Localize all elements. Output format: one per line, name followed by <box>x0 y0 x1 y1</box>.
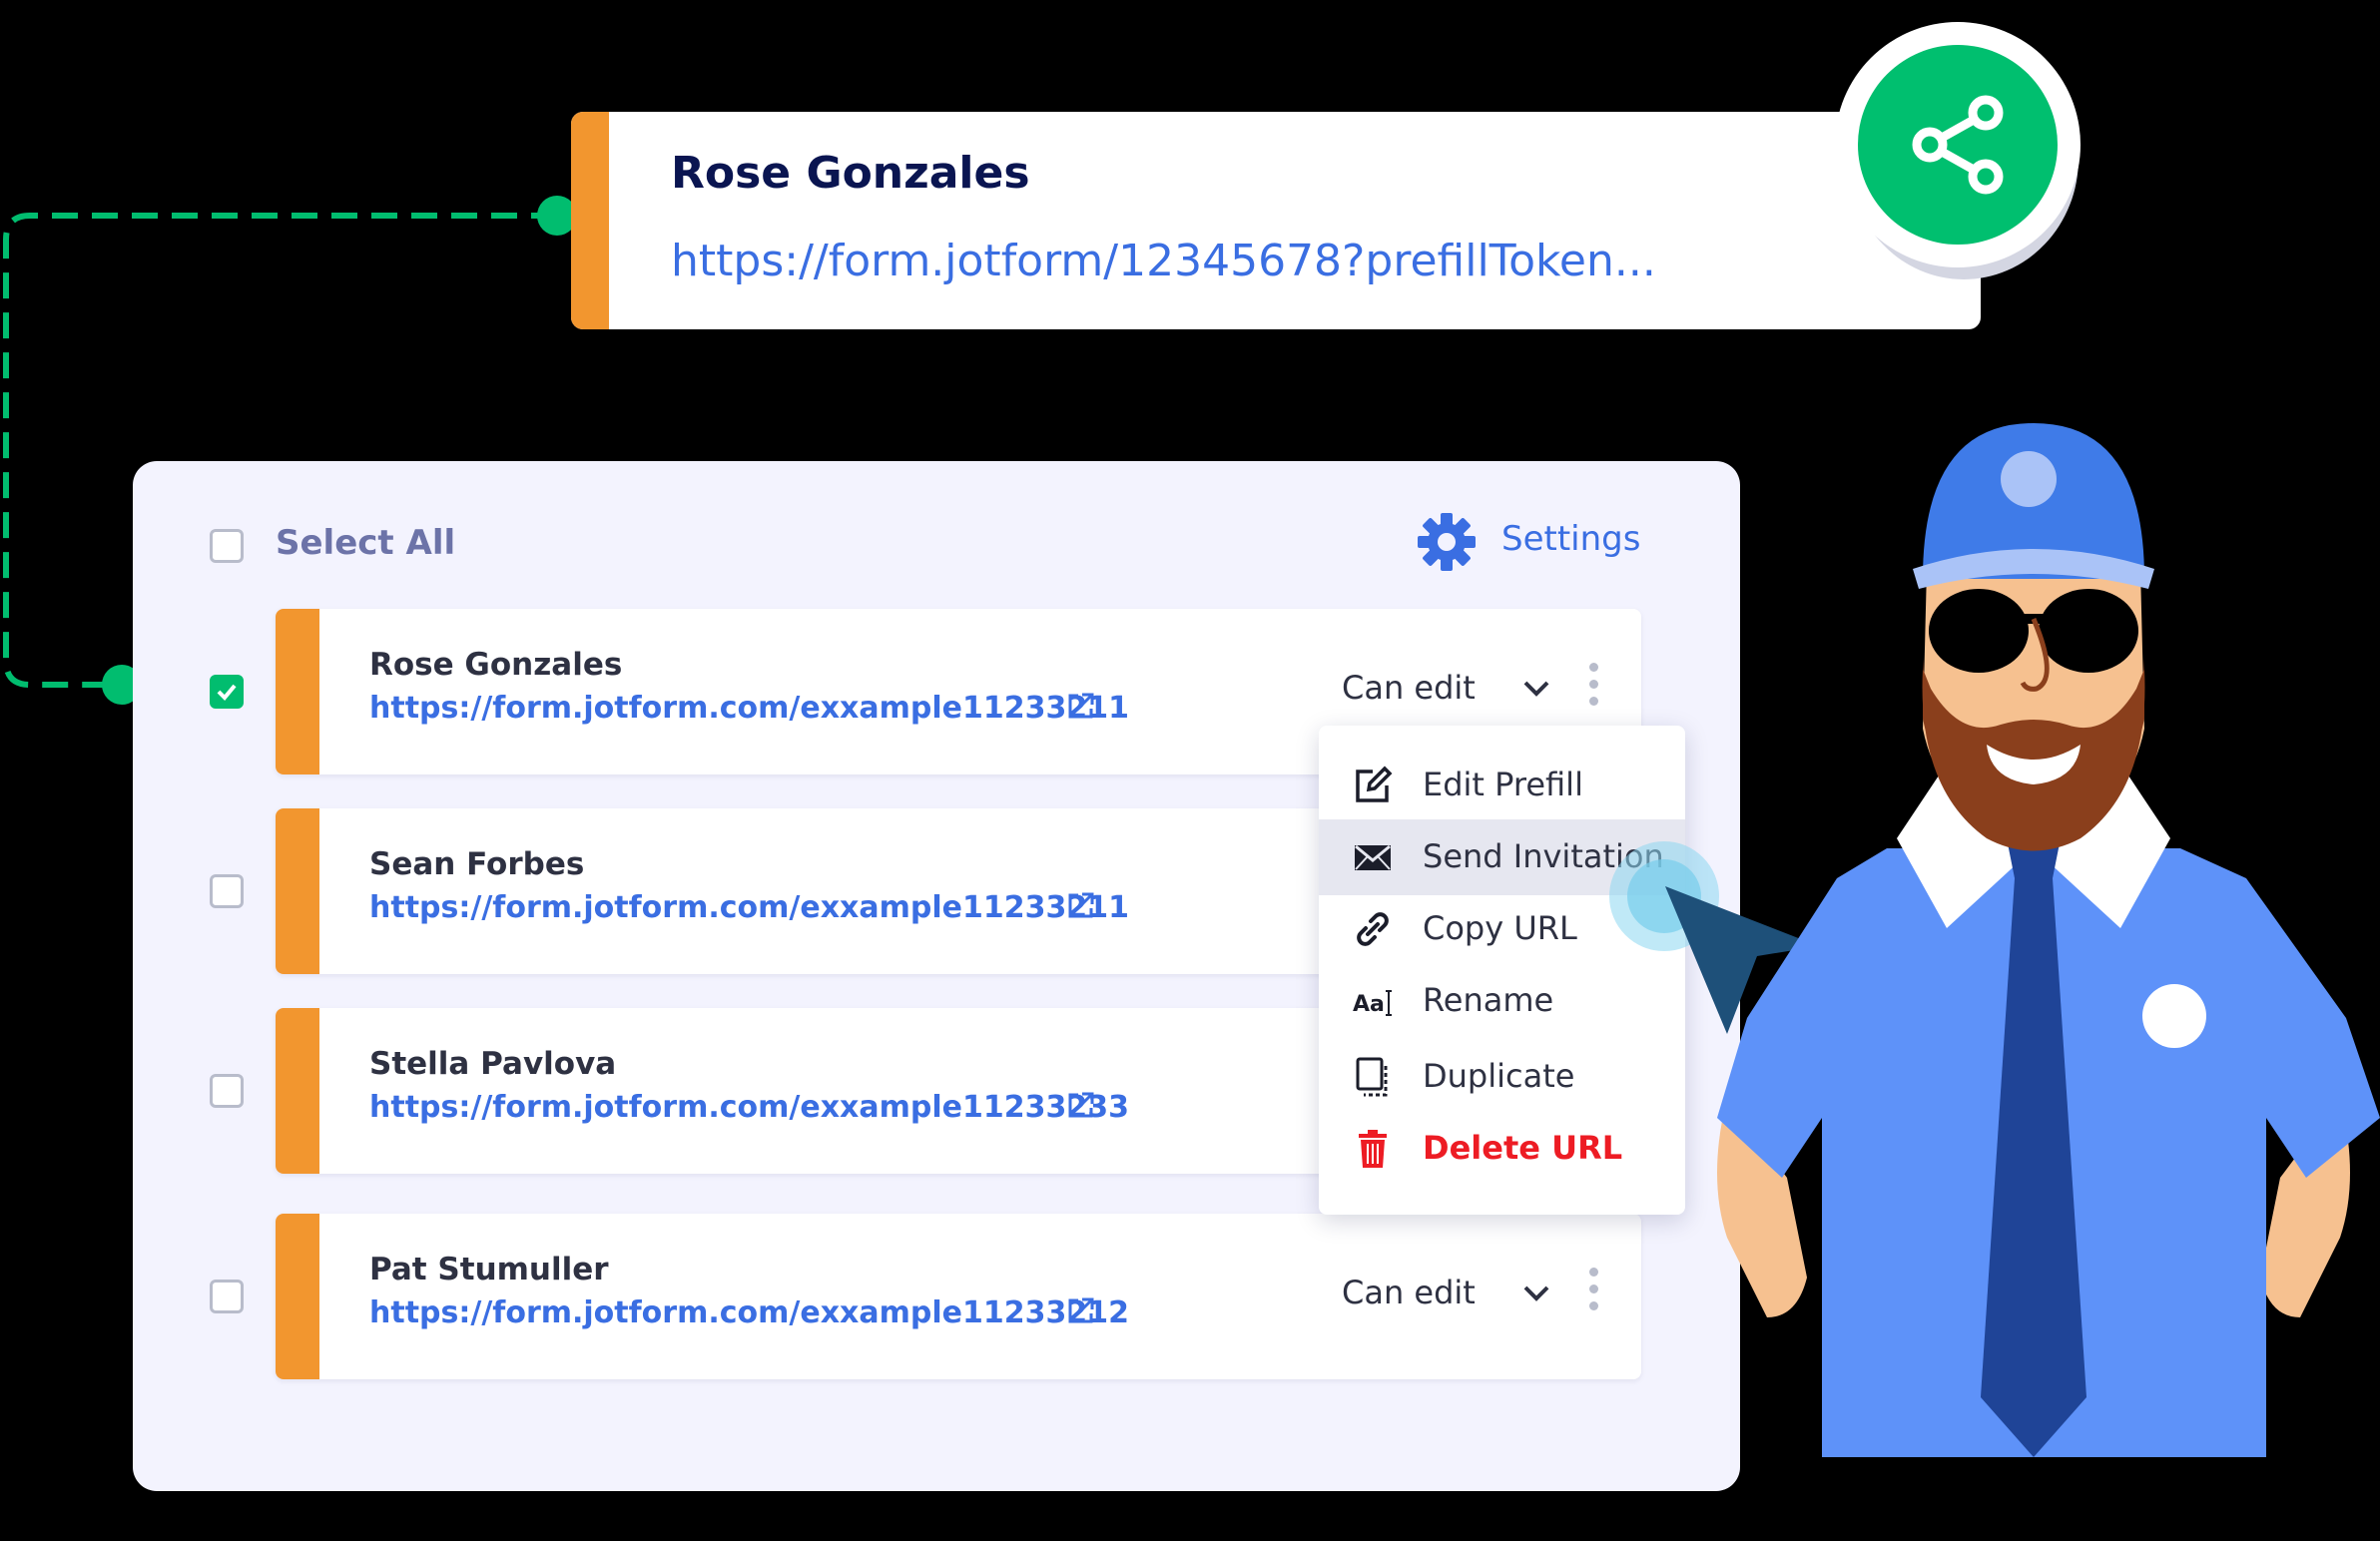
external-link-icon[interactable] <box>1066 1090 1096 1120</box>
row-url[interactable]: https://form.jotform.com/exxample1123321… <box>369 890 1129 925</box>
menu-item-label: Edit Prefill <box>1423 766 1583 803</box>
edit-icon <box>1356 766 1393 802</box>
trash-icon <box>1359 1130 1387 1168</box>
external-link-icon[interactable] <box>1066 691 1096 721</box>
menu-item-edit-prefill[interactable]: Edit Prefill <box>1319 748 1685 823</box>
menu-item-rename[interactable]: Aa Rename <box>1319 963 1685 1039</box>
row-url[interactable]: https://form.jotform.com/exxample1123321… <box>369 691 1129 726</box>
row-name: Pat Stumuller <box>369 1252 609 1287</box>
svg-text:Aa: Aa <box>1353 992 1385 1017</box>
shared-link-url[interactable]: https://form.jotform/12345678?prefillTok… <box>671 236 1656 286</box>
external-link-icon[interactable] <box>1066 890 1096 920</box>
shared-link-card: Rose Gonzales https://form.jotform/12345… <box>571 112 1981 329</box>
menu-item-label: Copy URL <box>1423 909 1577 947</box>
settings-button[interactable]: Settings <box>1501 519 1640 559</box>
row-checkbox-sean-forbes[interactable] <box>210 874 244 908</box>
menu-item-delete-url[interactable]: Delete URL <box>1319 1111 1685 1187</box>
row-options-menu: Edit Prefill Send Invitation Copy URL Aa… <box>1319 726 1685 1215</box>
external-link-icon[interactable] <box>1066 1295 1096 1325</box>
row-accent-bar <box>276 808 319 974</box>
row-checkbox-pat-stumuller[interactable] <box>210 1280 244 1313</box>
support-agent-illustration <box>1717 423 2380 1457</box>
menu-item-duplicate[interactable]: Duplicate <box>1319 1039 1685 1115</box>
duplicate-icon <box>1356 1057 1388 1097</box>
row-url[interactable]: https://form.jotform.com/exxample1123323… <box>369 1090 1129 1125</box>
row-checkbox-stella-pavlova[interactable] <box>210 1074 244 1108</box>
row-name: Sean Forbes <box>369 846 585 882</box>
select-all-checkbox[interactable] <box>210 529 244 563</box>
row-name: Stella Pavlova <box>369 1046 617 1082</box>
shared-link-name: Rose Gonzales <box>671 148 1030 199</box>
chevron-down-icon[interactable] <box>1521 679 1551 699</box>
menu-item-label: Duplicate <box>1423 1057 1575 1095</box>
select-all-label: Select All <box>276 523 456 563</box>
checkmark-icon <box>217 684 237 701</box>
menu-item-label: Delete URL <box>1423 1129 1623 1167</box>
share-icon <box>1912 95 2004 195</box>
row-name: Rose Gonzales <box>369 647 623 683</box>
rename-icon: Aa <box>1353 990 1392 1017</box>
card-accent-bar <box>571 112 609 329</box>
gear-icon[interactable] <box>1416 511 1478 573</box>
menu-item-label: Rename <box>1423 981 1554 1019</box>
list-item[interactable]: Pat Stumuller https://form.jotform.com/e… <box>276 1214 1641 1379</box>
share-button[interactable] <box>1858 45 2058 245</box>
more-options-icon[interactable] <box>1589 663 1598 714</box>
link-icon <box>1357 912 1389 946</box>
more-options-icon[interactable] <box>1589 1268 1598 1318</box>
row-accent-bar <box>276 1008 319 1174</box>
row-accent-bar <box>276 1214 319 1379</box>
row-url[interactable]: https://form.jotform.com/exxample1123321… <box>369 1295 1129 1330</box>
chevron-down-icon[interactable] <box>1521 1284 1551 1303</box>
row-accent-bar <box>276 609 319 774</box>
envelope-icon <box>1355 844 1391 870</box>
permission-select[interactable]: Can edit <box>1342 1274 1476 1311</box>
permission-select[interactable]: Can edit <box>1342 669 1476 707</box>
row-checkbox-rose-gonzales[interactable] <box>210 675 244 709</box>
